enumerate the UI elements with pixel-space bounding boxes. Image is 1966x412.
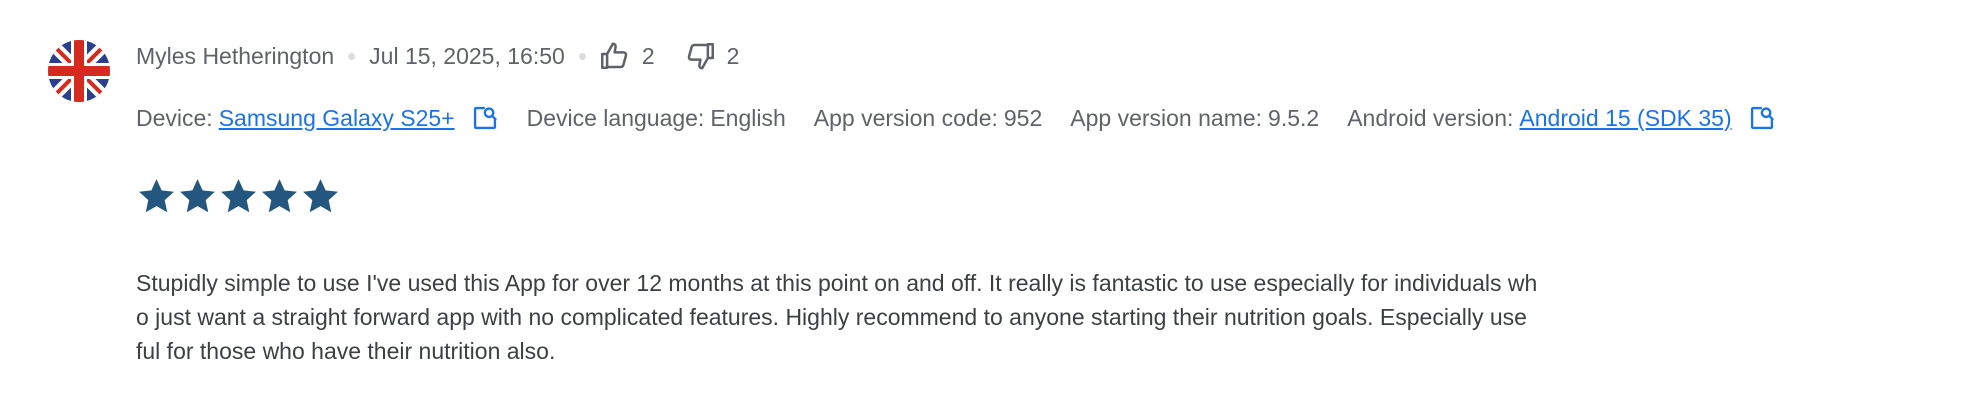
star-filled-icon (300, 176, 341, 217)
thumbs-down-count: 2 (726, 42, 740, 69)
open-in-new-search-icon (1750, 106, 1774, 130)
open-in-new-search-icon (473, 106, 497, 130)
separator-dot (348, 52, 356, 60)
language-meta: Device language: English (527, 105, 786, 132)
review-text-line: o just want a straight forward app with … (136, 304, 1527, 330)
star-rating (136, 176, 341, 217)
review-text-line: ful for those who have their nutrition a… (136, 338, 556, 364)
thumbs-up-button[interactable]: 2 (600, 41, 685, 71)
language-label: Device language: (526, 104, 705, 131)
star-filled-icon (136, 176, 177, 217)
thumbs-up-count: 2 (641, 42, 655, 69)
thumbs-up-icon (600, 42, 628, 69)
device-meta: Device: Samsung Galaxy S25+ (136, 104, 499, 132)
device-label: Device: (136, 104, 213, 131)
language-value: English (710, 104, 786, 131)
android-version-meta: Android version: Android 15 (SDK 35) (1347, 104, 1775, 132)
review-header: Myles Hetherington Jul 15, 2025, 16:50 2… (136, 38, 739, 74)
review-date: Jul 15, 2025, 16:50 (369, 42, 565, 69)
device-link[interactable]: Samsung Galaxy S25+ (219, 105, 455, 132)
author-name: Myles Hetherington (136, 42, 335, 69)
review-text: Stupidly simple to use I've used this Ap… (136, 266, 1676, 368)
star-filled-icon (218, 176, 259, 217)
star-filled-icon (259, 176, 300, 217)
version-name-meta: App version name: 9.5.2 (1070, 105, 1319, 132)
version-name-value: 9.5.2 (1268, 104, 1320, 131)
android-version-label: Android version: (1347, 104, 1514, 131)
device-meta-row: Device: Samsung Galaxy S25+ Device langu… (136, 100, 1776, 136)
version-code-value: 952 (1003, 104, 1043, 131)
thumbs-down-button[interactable]: 2 (685, 41, 740, 71)
star-filled-icon (177, 176, 218, 217)
separator-dot (578, 52, 586, 60)
version-code-label: App version code: (813, 104, 998, 131)
version-code-meta: App version code: 952 (814, 105, 1043, 132)
device-open-button[interactable] (471, 104, 499, 132)
android-version-link[interactable]: Android 15 (SDK 35) (1519, 105, 1731, 132)
android-version-open-button[interactable] (1748, 104, 1776, 132)
avatar (48, 40, 110, 102)
review-text-line: Stupidly simple to use I've used this Ap… (136, 270, 1538, 296)
uk-flag-icon (48, 40, 110, 102)
version-name-label: App version name: (1070, 104, 1263, 131)
thumbs-down-icon (687, 43, 714, 70)
